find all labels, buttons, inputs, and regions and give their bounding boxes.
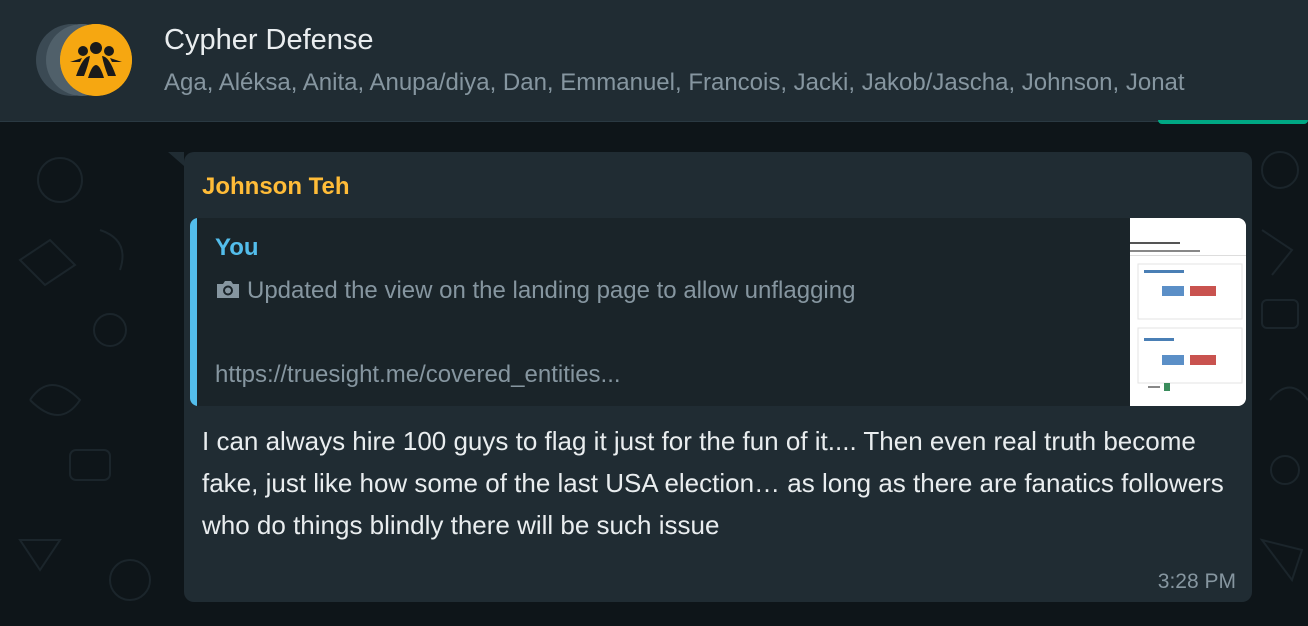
chat-header[interactable]: Cypher Defense Aga, Aléksa, Anita, Anupa… (0, 0, 1308, 122)
quote-author: You (215, 234, 259, 261)
screenshot-thumbnail-image (1130, 218, 1246, 406)
message-timestamp: 3:28 PM (1157, 570, 1236, 593)
message-bubble[interactable]: Johnson Teh You Updated the view on the … (184, 152, 1252, 602)
quote-url: https://truesight.me/covered_entities... (215, 361, 621, 388)
group-logo-icon (60, 24, 132, 96)
bubble-tail (168, 152, 184, 166)
group-avatar[interactable] (60, 24, 132, 96)
message-text: I can always hire 100 guys to flag it ju… (202, 426, 1224, 540)
header-accent-bar (1158, 120, 1308, 124)
quote-text: Updated the view on the landing page to … (247, 277, 856, 304)
group-members-list[interactable]: Aga, Aléksa, Anita, Anupa/diya, Dan, Emm… (164, 69, 1185, 97)
message-sender[interactable]: Johnson Teh (202, 173, 350, 201)
group-avatar-stack[interactable] (36, 24, 136, 98)
group-title[interactable]: Cypher Defense (164, 24, 374, 57)
camera-icon (215, 278, 241, 307)
quoted-message[interactable]: You Updated the view on the landing page… (190, 218, 1246, 406)
chat-window: Cypher Defense Aga, Aléksa, Anita, Anupa… (0, 0, 1308, 626)
quote-thumbnail[interactable] (1130, 218, 1246, 406)
quote-caption: Updated the view on the landing page to … (215, 277, 855, 307)
quote-accent-bar (190, 218, 197, 406)
